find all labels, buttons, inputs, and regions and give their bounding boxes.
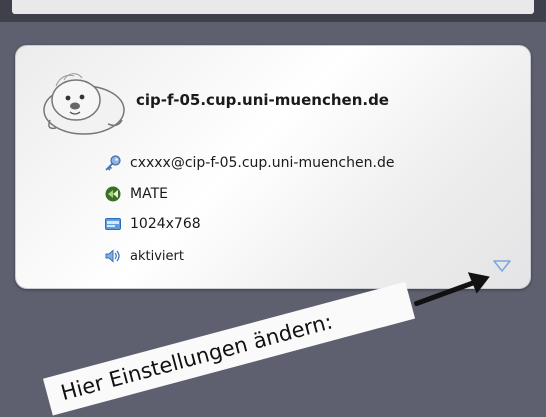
top-bar (0, 0, 546, 22)
top-bar-panel (12, 0, 534, 14)
speaker-icon (104, 247, 122, 265)
resolution-row: 1024x768 (104, 213, 201, 235)
key-icon (104, 154, 122, 172)
annotation-text: Hier Einstellungen ändern: (58, 309, 335, 406)
hostname-title: cip-f-05.cup.uni-muenchen.de (136, 91, 389, 109)
desktop-row: MATE (104, 183, 168, 205)
desktop-label: MATE (130, 186, 168, 202)
mate-logo-icon (104, 185, 122, 203)
sound-label: aktiviert (130, 248, 184, 264)
resolution-label: 1024x768 (130, 216, 201, 232)
user-row: cxxxx@cip-f-05.cup.uni-muenchen.de (104, 152, 394, 174)
annotation-label: Hier Einstellungen ändern: (43, 281, 416, 416)
display-icon (104, 215, 122, 233)
seal-avatar-icon (38, 66, 130, 138)
user-label: cxxxx@cip-f-05.cup.uni-muenchen.de (130, 155, 395, 171)
sound-row: aktiviert (104, 245, 184, 267)
session-card[interactable]: cip-f-05.cup.uni-muenchen.de cxxxx@cip-f… (15, 45, 531, 289)
